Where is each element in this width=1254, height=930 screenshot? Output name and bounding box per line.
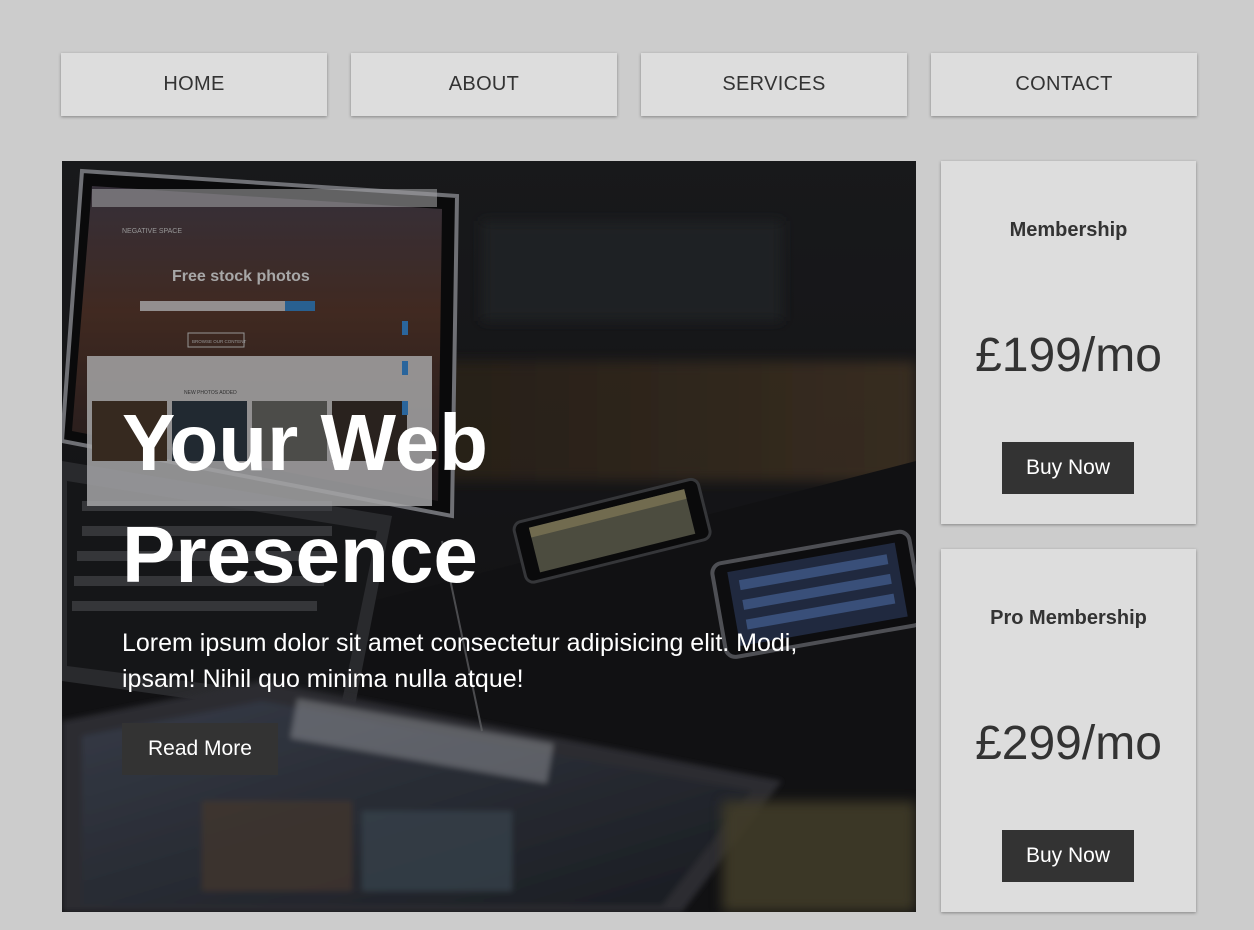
hero-section: NEGATIVE SPACE Free stock photos BROWSE …	[62, 161, 916, 912]
nav-contact[interactable]: CONTACT	[931, 53, 1197, 116]
pricing-card-pro-membership: Pro Membership £299/mo Buy Now	[941, 549, 1196, 912]
read-more-button[interactable]: Read More	[122, 723, 278, 775]
buy-now-button[interactable]: Buy Now	[1002, 830, 1134, 882]
pricing-card-membership: Membership £199/mo Buy Now	[941, 161, 1196, 524]
pricing-card-price: £199/mo	[975, 329, 1162, 382]
nav-about[interactable]: ABOUT	[351, 53, 617, 116]
nav-services[interactable]: SERVICES	[641, 53, 907, 116]
pricing-card-price: £299/mo	[975, 717, 1162, 770]
main-nav: HOME ABOUT SERVICES CONTACT	[61, 53, 1197, 117]
hero-title: Your Web Presence	[122, 398, 488, 599]
buy-now-button[interactable]: Buy Now	[1002, 442, 1134, 494]
pricing-card-title: Pro Membership	[990, 607, 1147, 629]
nav-home[interactable]: HOME	[61, 53, 327, 116]
pricing-card-title: Membership	[1009, 219, 1128, 241]
hero-description: Lorem ipsum dolor sit amet consectetur a…	[122, 629, 798, 693]
hero-content: Your Web Presence Lorem ipsum dolor sit …	[122, 387, 862, 775]
